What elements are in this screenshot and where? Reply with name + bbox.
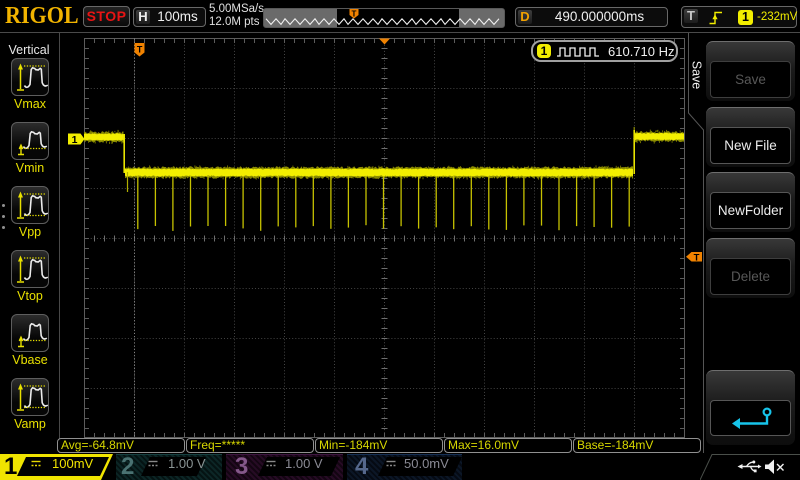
svg-text:T: T (137, 45, 143, 55)
svg-text:1: 1 (72, 134, 78, 146)
svg-text:T: T (352, 10, 357, 19)
